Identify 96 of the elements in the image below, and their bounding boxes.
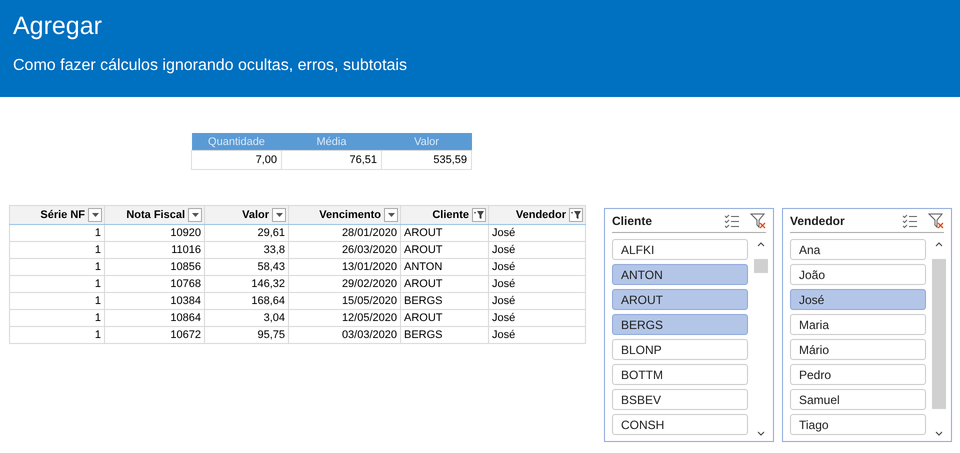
scroll-down-icon[interactable] <box>935 431 943 436</box>
filter-icon <box>571 210 581 220</box>
filter-icon <box>474 210 484 220</box>
slicer-item[interactable]: Maria <box>790 314 926 335</box>
table-cell: 13/01/2020 <box>288 258 400 276</box>
column-label: Vendedor <box>516 209 566 221</box>
table-cell: ANTON <box>400 258 488 276</box>
table-cell: José <box>488 242 586 258</box>
table-cell: 10672 <box>104 326 204 344</box>
slicer-item[interactable]: BLONP <box>612 339 748 360</box>
slicer-item[interactable]: ALFKI <box>612 239 748 260</box>
column-header: Quantidade <box>192 133 282 150</box>
table-cell: 76,51 <box>282 150 382 170</box>
table-cell: 28/01/2020 <box>288 224 400 242</box>
slicer-item[interactable]: ANTON <box>612 264 748 285</box>
slicer-title: Vendedor <box>790 214 846 228</box>
table-cell: AROUT <box>400 310 488 326</box>
dropdown-button[interactable] <box>88 208 102 222</box>
table-cell: 1 <box>10 224 104 242</box>
slicer-item[interactable]: João <box>790 264 926 285</box>
slicer-item[interactable]: CONSH <box>612 414 748 435</box>
scroll-up-icon[interactable] <box>757 242 765 247</box>
slicer-item[interactable]: BERGS <box>612 314 748 335</box>
column-label: Valor <box>242 209 269 221</box>
table-cell: 10920 <box>104 224 204 242</box>
table-cell: 58,43 <box>204 258 288 276</box>
table-cell: 11016 <box>104 242 204 258</box>
filter-button[interactable] <box>569 208 583 222</box>
clear-filter-icon[interactable] <box>750 213 766 229</box>
column-header: Valor <box>382 133 472 150</box>
column-label: Série NF <box>40 209 85 221</box>
table-cell: José <box>488 310 586 326</box>
filter-button[interactable] <box>472 208 486 222</box>
table-cell: BERGS <box>400 292 488 310</box>
table-cell: 33,8 <box>204 242 288 258</box>
scrollbar-thumb[interactable] <box>754 259 768 273</box>
table-cell: 3,04 <box>204 310 288 326</box>
table-cell: AROUT <box>400 276 488 292</box>
table-cell: José <box>488 224 586 242</box>
table-cell: José <box>488 292 586 310</box>
table-cell: 1 <box>10 258 104 276</box>
dropdown-button[interactable] <box>272 208 286 222</box>
caret-icon <box>388 213 394 217</box>
slicer-item[interactable]: Tiago <box>790 414 926 435</box>
table-cell: 168,64 <box>204 292 288 310</box>
table-cell: 7,00 <box>192 150 282 170</box>
table-cell: 535,59 <box>382 150 472 170</box>
slicer-item[interactable]: José <box>790 289 926 310</box>
table-cell: 95,75 <box>204 326 288 344</box>
table-cell: 29/02/2020 <box>288 276 400 292</box>
table-cell: BERGS <box>400 326 488 344</box>
dropdown-button[interactable] <box>384 208 398 222</box>
slicer-title: Cliente <box>612 214 654 228</box>
caret-icon <box>192 213 198 217</box>
table-cell: 15/05/2020 <box>288 292 400 310</box>
multi-select-icon[interactable] <box>902 214 918 228</box>
table-cell: 1 <box>10 292 104 310</box>
table-cell: 1 <box>10 326 104 344</box>
table-cell: 10768 <box>104 276 204 292</box>
slicer-item[interactable]: Mário <box>790 339 926 360</box>
slicer-item[interactable]: Samuel <box>790 389 926 410</box>
slicer-item[interactable]: BSBEV <box>612 389 748 410</box>
column-header: Média <box>282 133 382 150</box>
table-cell: AROUT <box>400 224 488 242</box>
table-cell: 03/03/2020 <box>288 326 400 344</box>
slicer-item[interactable]: Pedro <box>790 364 926 385</box>
slicer-item[interactable]: AROUT <box>612 289 748 310</box>
table-cell: 10864 <box>104 310 204 326</box>
table-cell: 26/03/2020 <box>288 242 400 258</box>
clear-filter-icon[interactable] <box>928 213 944 229</box>
dropdown-button[interactable] <box>188 208 202 222</box>
column-label: Vencimento <box>319 209 381 221</box>
multi-select-icon[interactable] <box>724 214 740 228</box>
table-cell: 12/05/2020 <box>288 310 400 326</box>
table-cell: AROUT <box>400 242 488 258</box>
table-cell: 1 <box>10 276 104 292</box>
table-cell: 29,61 <box>204 224 288 242</box>
scrollbar-thumb[interactable] <box>932 259 946 409</box>
slicer-item[interactable]: Ana <box>790 239 926 260</box>
column-label: Nota Fiscal <box>126 209 185 221</box>
column-label: Cliente <box>432 209 469 221</box>
table-cell: 10384 <box>104 292 204 310</box>
scroll-down-icon[interactable] <box>757 431 765 436</box>
caret-icon <box>92 213 98 217</box>
slicer-item[interactable]: BOTTM <box>612 364 748 385</box>
page-title: Agregar <box>13 12 103 41</box>
page-subtitle: Como fazer cálculos ignorando ocultas, erros, subtotais <box>13 57 407 75</box>
scroll-up-icon[interactable] <box>935 242 943 247</box>
table-cell: José <box>488 326 586 344</box>
table-cell: José <box>488 276 586 292</box>
table-cell: 1 <box>10 310 104 326</box>
caret-icon <box>276 213 282 217</box>
table-cell: 1 <box>10 242 104 258</box>
table-cell: 10856 <box>104 258 204 276</box>
table-cell: José <box>488 258 586 276</box>
table-cell: 146,32 <box>204 276 288 292</box>
